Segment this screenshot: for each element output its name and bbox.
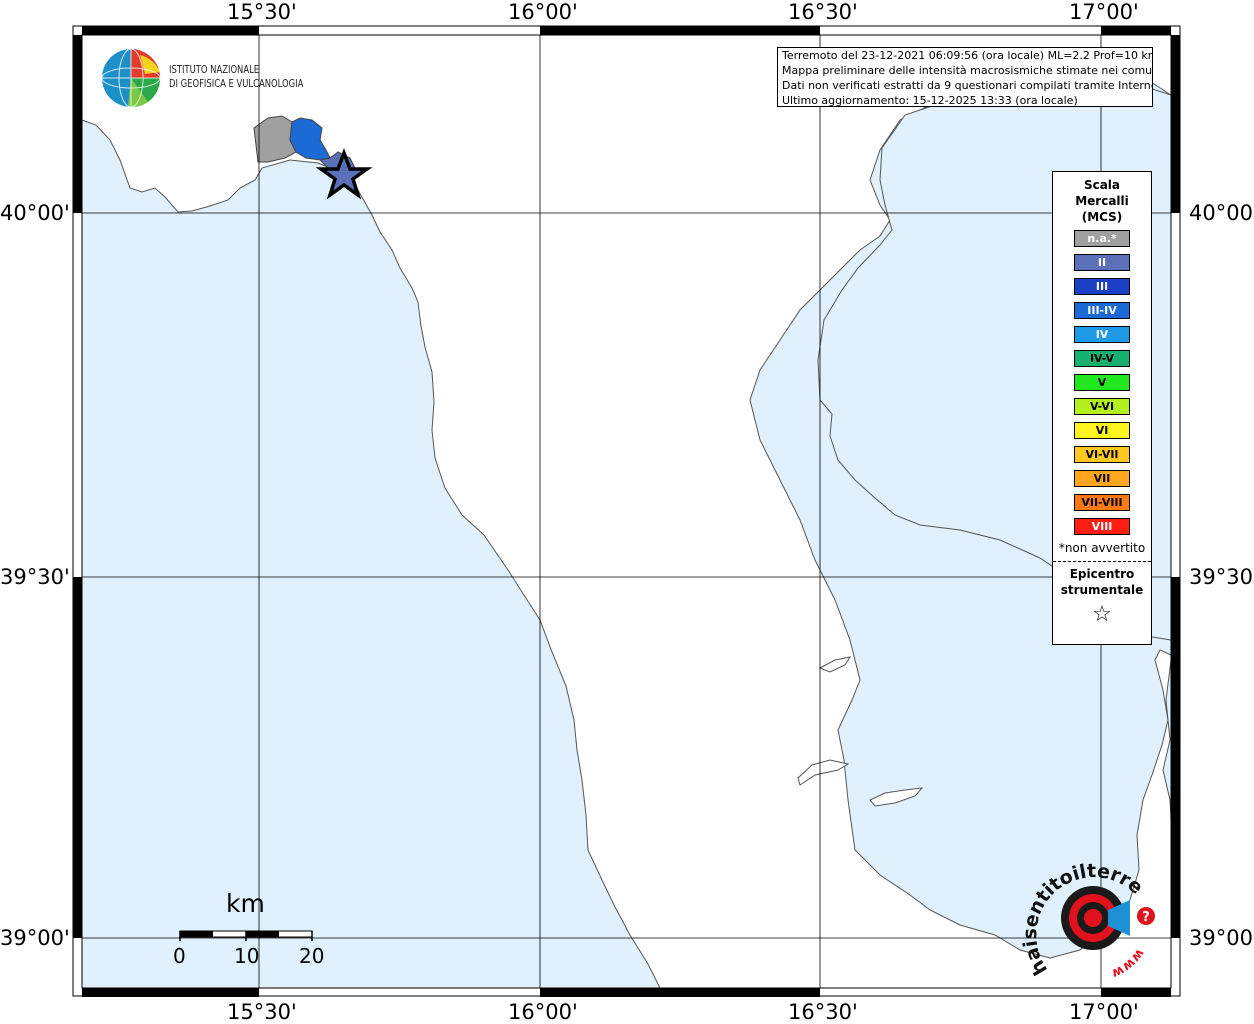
logo-line2: DI GEOFISICA E VULCANOLOGIA xyxy=(169,77,304,90)
logo-line1: ISTITUTO NAZIONALE xyxy=(169,63,260,76)
lat-label-right-1: 40°00' xyxy=(1189,201,1254,225)
legend-item: II xyxy=(1074,254,1130,271)
legend-epicenter-2: strumentale xyxy=(1060,583,1144,597)
info-line1: Terremoto del 23-12-2021 06:09:56 (ora l… xyxy=(782,49,1153,62)
lon-label-top-4: 17°00' xyxy=(1069,0,1139,24)
scale-label-10: 10 xyxy=(234,944,260,968)
lat-label-left-2: 39°30' xyxy=(0,565,70,589)
lon-label-bottom-1: 15°30' xyxy=(227,1000,297,1024)
lat-label-right-2: 39°30' xyxy=(1189,565,1254,589)
scale-label-0: 0 xyxy=(173,944,186,968)
legend-item: V xyxy=(1074,374,1130,391)
mcs-legend: Scala Mercalli (MCS) n.a.* II III III-IV IV I… xyxy=(1052,171,1152,645)
legend-item: VI-VII xyxy=(1074,446,1130,463)
lat-label-right-3: 39°00' xyxy=(1189,926,1254,950)
watermark-text: haisentitoilterremoto.it www xyxy=(1000,840,1147,981)
legend-items: n.a.* II III III-IV IV IV-V V V-VI VI VI-VII VII VI… xyxy=(1053,230,1151,535)
lat-label-left-1: 40°00' xyxy=(0,201,70,225)
legend-item: VII xyxy=(1074,470,1130,487)
scale-label-20: 20 xyxy=(299,944,325,968)
legend-item: VI xyxy=(1074,422,1130,439)
lon-label-top-2: 16°00' xyxy=(508,0,578,24)
legend-title-3: (MCS) xyxy=(1081,210,1123,224)
legend-item: V-VI xyxy=(1074,398,1130,415)
legend-note: *non avvertito xyxy=(1058,541,1146,555)
legend-item: III-IV xyxy=(1074,302,1130,319)
watermark-www-text: www xyxy=(1109,946,1147,981)
legend-item: III xyxy=(1074,278,1130,295)
legend-star-icon: ☆ xyxy=(1092,602,1112,627)
scale-bar-title: km xyxy=(226,889,265,918)
legend-title: Scala Mercalli (MCS) xyxy=(1053,177,1151,225)
lat-label-left-3: 39°00' xyxy=(0,926,70,950)
lon-label-bottom-2: 16°00' xyxy=(508,1000,578,1024)
legend-epicenter-1: Epicentro xyxy=(1069,567,1135,581)
lon-label-top-1: 15°30' xyxy=(227,0,297,24)
lon-label-top-3: 16°30' xyxy=(788,0,858,24)
lon-label-bottom-3: 16°30' xyxy=(788,1000,858,1024)
legend-item: IV xyxy=(1074,326,1130,343)
legend-separator xyxy=(1053,561,1151,562)
info-line3: Dati non verificati estratti da 9 questi… xyxy=(782,79,1153,92)
info-line2: Mappa preliminare delle intensità macros… xyxy=(782,64,1153,77)
svg-text:www: www xyxy=(1109,946,1147,981)
lon-label-bottom-4: 17°00' xyxy=(1069,1000,1139,1024)
legend-item: VIII xyxy=(1074,518,1130,535)
legend-title-1: Scala xyxy=(1083,178,1121,192)
legend-item: n.a.* xyxy=(1074,230,1130,247)
info-line4: Ultimo aggiornamento: 15-12-2025 13:33 (… xyxy=(782,94,1078,107)
legend-item: VII-VIII xyxy=(1074,494,1130,511)
earthquake-info-box: Terremoto del 23-12-2021 06:09:56 (ora l… xyxy=(777,47,1153,107)
legend-title-2: Mercalli xyxy=(1075,194,1129,208)
legend-epicenter-label: Epicentro strumentale xyxy=(1053,566,1151,598)
legend-item: IV-V xyxy=(1074,350,1130,367)
ingv-logo-icon xyxy=(101,48,161,108)
ingv-logo-text: ISTITUTO NAZIONALE DI GEOFISICA E VULCAN… xyxy=(169,63,303,91)
